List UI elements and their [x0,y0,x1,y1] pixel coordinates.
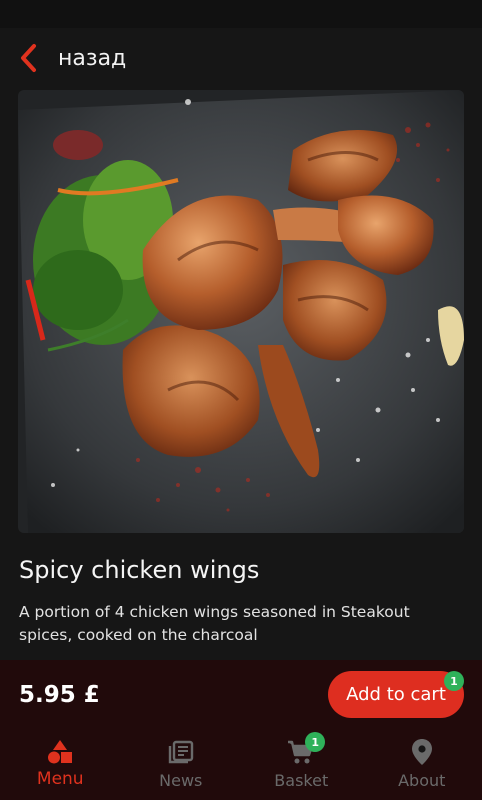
news-icon [167,738,195,766]
product-description: A portion of 4 chicken wings seasoned in… [19,603,410,644]
header: назад [0,28,482,88]
back-link[interactable]: назад [58,46,126,71]
nav-item-news[interactable]: News [121,732,242,800]
nav-item-basket[interactable]: 1 Basket [241,732,362,800]
back-chevron-icon[interactable] [6,28,52,88]
basket-count-badge: 1 [305,732,326,752]
nav-label-menu: Menu [36,769,84,789]
cart-count-badge: 1 [444,671,464,691]
product-image [18,90,464,533]
nav-label-basket: Basket [274,771,329,790]
basket-icon: 1 [287,732,326,766]
menu-shapes-icon [46,738,74,766]
product-price: 5.95 £ [19,682,100,708]
add-to-cart-label: Add to cart [346,684,446,705]
nav-item-about[interactable]: About [362,732,482,800]
nav-item-menu[interactable]: Menu [0,732,121,800]
product-title: Spicy chicken wings [19,556,260,584]
location-pin-icon [408,738,436,766]
nav-label-news: News [159,771,203,790]
status-bar [0,0,482,28]
nav-label-about: About [398,771,446,790]
bottom-nav: Menu News 1 Basket About [0,732,482,800]
